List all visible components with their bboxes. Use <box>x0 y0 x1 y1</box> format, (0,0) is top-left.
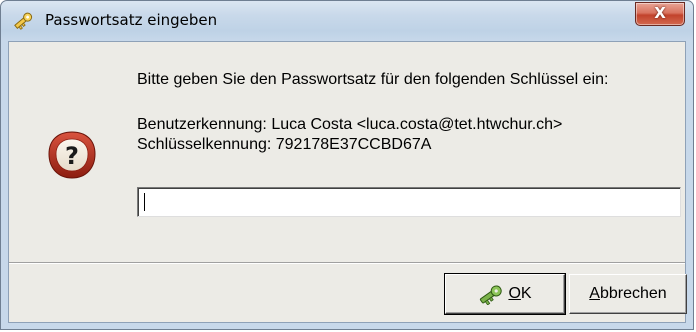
ok-button[interactable]: OK <box>444 273 566 315</box>
close-icon: X <box>654 4 666 22</box>
svg-text:?: ? <box>65 142 79 170</box>
question-mark-icon: ? <box>48 131 96 179</box>
dialog-body: ? Bitte geben Sie den Passwortsatz für d… <box>8 41 687 323</box>
key-id-text: Schlüsselkennung: 792178E37CCBD67A <box>137 136 432 153</box>
passphrase-input[interactable] <box>137 187 681 217</box>
key-app-icon <box>14 12 33 30</box>
cancel-label: Abbrechen <box>589 285 667 302</box>
dialog-window: Passwortsatz eingeben X ? Bitte geben Si… <box>0 0 694 330</box>
user-id-text: Benutzerkennung: Luca Costa <luca.costa@… <box>137 116 563 133</box>
window-title: Passwortsatz eingeben <box>45 11 218 29</box>
ok-label: OK <box>508 285 532 302</box>
prompt-text: Bitte geben Sie den Passwortsatz für den… <box>137 71 609 88</box>
text-caret <box>144 193 145 211</box>
button-separator <box>9 262 685 264</box>
close-button[interactable]: X <box>635 2 685 26</box>
title-bar[interactable]: Passwortsatz eingeben X <box>1 1 693 41</box>
cancel-button[interactable]: Abbrechen <box>569 274 687 314</box>
key-ok-icon <box>480 285 503 305</box>
